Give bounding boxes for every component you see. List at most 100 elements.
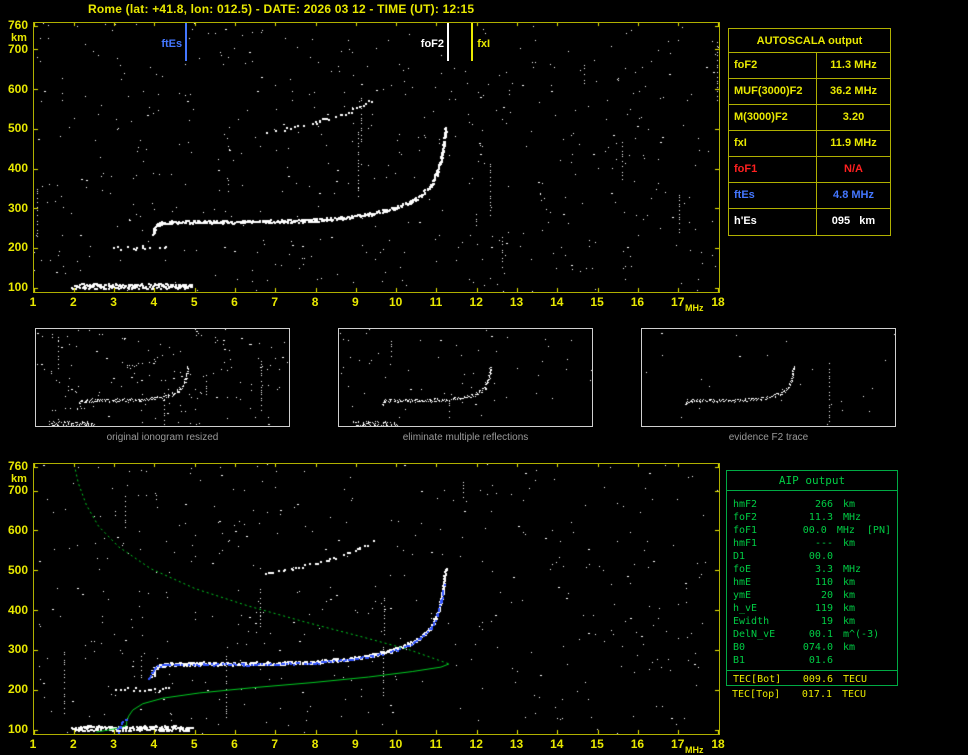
aip-tec-label: TEC[Top] bbox=[732, 689, 781, 700]
x-axis-label-top: 12 bbox=[469, 295, 483, 309]
x-axis-label-top: 14 bbox=[550, 295, 564, 309]
aip-parameter-row: h_vE 119 km bbox=[733, 602, 891, 615]
aip-parameter-value: 19 bbox=[820, 616, 833, 627]
aip-parameter-label: B0 bbox=[733, 642, 746, 653]
x-axis-label-bottom: 13 bbox=[509, 737, 524, 751]
autoscala-row: M(3000)F2 3.20 bbox=[729, 105, 890, 131]
thumbnail-original-canvas bbox=[36, 329, 289, 426]
thumbnail-f2-trace-canvas bbox=[642, 329, 895, 426]
x-axis-label-bottom: 16 bbox=[630, 737, 645, 751]
y-axis-label-bottom: 700 bbox=[7, 483, 28, 498]
autoscala-output-title: AUTOSCALA output bbox=[729, 29, 890, 53]
autoscala-row-value: 11.9 MHz bbox=[830, 137, 877, 149]
y-axis-label-bottom: 300 bbox=[7, 642, 28, 657]
aip-parameter-unit: km bbox=[843, 616, 856, 627]
aip-parameter-value: 110 bbox=[814, 577, 833, 588]
x-axis-label-bottom: 5 bbox=[190, 737, 198, 751]
aip-parameter-row: DelN_vE 00.1 m^(-3) bbox=[733, 628, 891, 641]
x-axis-label-bottom: 9 bbox=[352, 737, 359, 751]
aip-parameter-note: [PN] bbox=[866, 525, 891, 536]
aip-output-box: AIP output hmF2 266 km foF2 11.3 MHz foF1 00.0 M… bbox=[726, 470, 898, 686]
x-axis-label-top: 6 bbox=[231, 295, 238, 309]
aip-tec-label: TEC[Bot] bbox=[733, 674, 782, 685]
thumbnail-caption-3: evidence F2 trace bbox=[728, 432, 809, 443]
marker-line-fof2 bbox=[447, 23, 450, 61]
x-axis-label-bottom: 18 bbox=[711, 737, 725, 751]
x-axis-label-bottom: 12 bbox=[469, 737, 483, 751]
aip-tec-bottom-row: TEC[Bot] 009.6 TECU bbox=[727, 670, 897, 685]
aip-parameter-value: 119 bbox=[814, 603, 833, 614]
marker-label-fof2: foF2 bbox=[420, 38, 445, 50]
x-axis-label-top: 3 bbox=[110, 295, 117, 309]
aip-parameter-value: 00.0 bbox=[808, 551, 833, 562]
aip-parameter-label: hmF1 bbox=[733, 538, 758, 549]
aip-parameter-unit: km bbox=[843, 642, 856, 653]
station-date-title: Rome (lat: +41.8, lon: 012.5) - DATE: 20… bbox=[88, 2, 475, 16]
y-axis-label-bottom: 500 bbox=[7, 562, 28, 577]
autoscala-row-label: foF2 bbox=[729, 53, 817, 78]
thumbnail-original-ionogram bbox=[35, 328, 290, 427]
x-axis-label-top: 15 bbox=[590, 295, 604, 309]
x-axis-unit-bottom: MHz bbox=[685, 745, 704, 755]
x-axis-label-top: 8 bbox=[311, 295, 319, 309]
y-axis-label-top: 200 bbox=[7, 240, 28, 255]
autoscala-row-value: 4.8 MHz bbox=[833, 189, 874, 201]
thumbnail-no-multiples bbox=[338, 328, 593, 427]
x-axis-label-top: 11 bbox=[429, 295, 443, 309]
aip-parameter-label: foE bbox=[733, 564, 752, 575]
aip-parameter-unit: m^(-3) bbox=[843, 629, 880, 640]
aip-parameter-row: hmF1 --- km bbox=[733, 537, 891, 550]
aip-parameter-label: hmF2 bbox=[733, 499, 758, 510]
y-axis-label-top: 400 bbox=[7, 161, 28, 175]
autoscala-row-label: ftEs bbox=[729, 183, 817, 208]
x-axis-label-top: 4 bbox=[150, 295, 158, 309]
autoscala-row-label: M(3000)F2 bbox=[729, 105, 817, 130]
aip-parameter-value: 00.1 bbox=[808, 629, 833, 640]
y-axis-label-top: 760 bbox=[7, 18, 28, 33]
autoscala-row: MUF(3000)F2 36.2 MHz bbox=[729, 79, 890, 105]
y-axis-label-top: 700 bbox=[7, 41, 28, 56]
y-axis-label-bottom: 760 bbox=[7, 459, 28, 474]
aip-parameter-row: D1 00.0 bbox=[733, 550, 891, 563]
autoscala-row-value: 3.20 bbox=[842, 111, 865, 123]
x-axis-label-bottom: 4 bbox=[150, 737, 158, 751]
x-axis-label-top: 13 bbox=[509, 295, 524, 309]
x-axis-label-bottom: 7 bbox=[271, 737, 279, 751]
autoscala-row-value: 095 km bbox=[831, 215, 876, 227]
y-axis-label-bottom: 600 bbox=[7, 522, 28, 537]
aip-parameter-row: foF1 00.0 MHz [PN] bbox=[733, 524, 891, 537]
x-axis-label-top: 10 bbox=[388, 295, 403, 309]
y-axis-label-top: 600 bbox=[7, 81, 28, 96]
aip-parameter-value: 20 bbox=[820, 590, 833, 601]
autoscala-row-label: MUF(3000)F2 bbox=[729, 79, 817, 104]
autoscala-row: foF2 11.3 MHz bbox=[729, 53, 890, 79]
y-axis-label-top: 300 bbox=[7, 200, 28, 215]
x-axis-label-bottom: 6 bbox=[231, 737, 238, 751]
x-axis-label-top: 16 bbox=[630, 295, 645, 309]
autoscala-row-value: N/A bbox=[844, 163, 863, 175]
aip-parameter-unit: km bbox=[843, 577, 856, 588]
autoscala-row-label: foF1 bbox=[729, 157, 817, 182]
x-axis-label-bottom: 14 bbox=[550, 737, 564, 751]
y-axis-label-bottom: 200 bbox=[7, 682, 28, 697]
x-axis-label-bottom: 15 bbox=[590, 737, 604, 751]
aip-parameter-label: foF2 bbox=[733, 512, 758, 523]
aip-parameter-label: DelN_vE bbox=[733, 629, 776, 640]
autoscala-row: fxI 11.9 MHz bbox=[729, 131, 890, 157]
autoscala-row: foF1 N/A bbox=[729, 157, 890, 183]
top-ionogram-canvas bbox=[33, 22, 720, 293]
aip-parameter-value: 3.3 bbox=[814, 564, 833, 575]
aip-parameter-unit: km bbox=[843, 499, 856, 510]
aip-parameter-label: ymE bbox=[733, 590, 752, 601]
autoscala-row-label: h'Es bbox=[729, 209, 817, 235]
aip-parameter-row: hmF2 266 km bbox=[733, 498, 891, 511]
x-axis-label-top: 7 bbox=[271, 295, 279, 309]
aip-parameter-row: foE 3.3 MHz bbox=[733, 563, 891, 576]
x-axis-label-bottom: 10 bbox=[388, 737, 403, 751]
y-axis-label-bottom: 100 bbox=[7, 722, 28, 737]
aip-parameter-label: h_vE bbox=[733, 603, 758, 614]
aip-parameter-row: Ewidth 19 km bbox=[733, 615, 891, 628]
autoscala-output-panel: AUTOSCALA output foF2 11.3 MHz MUF(3000)F2… bbox=[728, 28, 891, 236]
x-axis-label-bottom: 11 bbox=[429, 737, 443, 751]
x-axis-label-top: 5 bbox=[190, 295, 198, 309]
